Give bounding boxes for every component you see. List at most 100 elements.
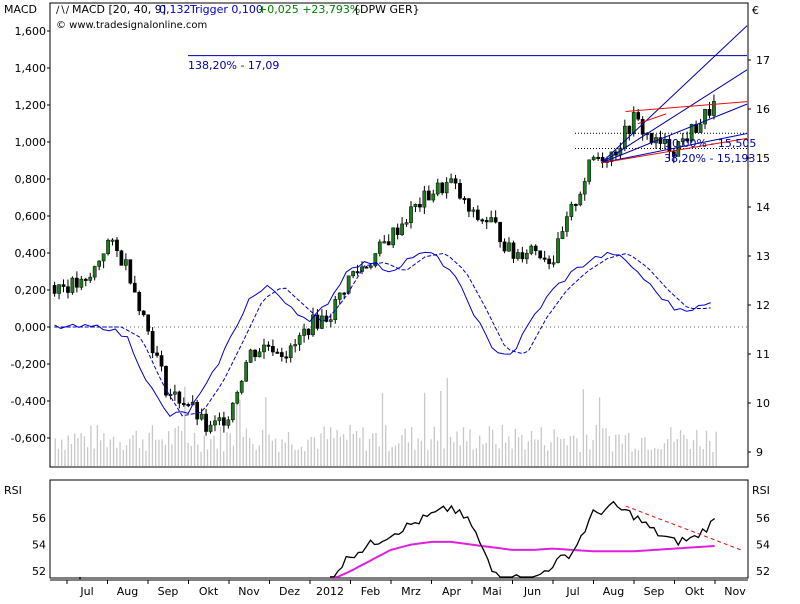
indicator-text: MACD [20, 40, 9] (72, 3, 166, 16)
volume-bar (342, 434, 345, 466)
volume-bar (307, 439, 309, 466)
price-candle (213, 420, 217, 426)
volume-bar (686, 439, 688, 466)
volume-bar (398, 443, 400, 466)
volume-bar (368, 438, 371, 466)
volume-bar (660, 449, 662, 466)
volume-bar (436, 440, 439, 466)
rsi-line (330, 500, 716, 578)
fib-label-50: 50,00% - 15,505 (665, 137, 756, 150)
volume-bar (226, 432, 228, 466)
volume-bar (245, 428, 248, 466)
price-candle (186, 404, 191, 407)
price-candle (547, 258, 551, 265)
volume-bar (320, 433, 322, 466)
price-candle (222, 417, 226, 426)
volume-bar (284, 442, 286, 466)
volume-bar (679, 430, 682, 466)
volume-bar (469, 429, 471, 466)
volume-bar (608, 436, 610, 466)
price-candle (248, 349, 253, 363)
fib-label-38: 38,20% - 15,193 (664, 152, 755, 165)
left-tick-label: 1,400 (15, 62, 47, 75)
volume-bar (563, 438, 565, 466)
price-candle (462, 198, 467, 201)
volume-bar (375, 433, 377, 466)
volume-bar (560, 439, 562, 466)
volume-bar (352, 433, 354, 466)
price-candle (520, 252, 525, 260)
volume-bar (663, 443, 666, 466)
change-text: +0,025 +23,793% (258, 3, 360, 16)
volume-bar (339, 436, 342, 466)
volume-bar (394, 445, 397, 466)
price-candle (542, 257, 547, 260)
price-candle (177, 391, 182, 404)
rsi-label-left: RSI (4, 484, 22, 497)
volume-bar (605, 428, 607, 466)
volume-bar (330, 427, 332, 466)
price-candle (150, 330, 155, 354)
volume-bar (504, 442, 507, 466)
price-candle (257, 351, 262, 358)
price-candle (333, 299, 338, 321)
price-candle (480, 219, 485, 222)
volume-bar (699, 446, 701, 466)
left-tick-label: 1,000 (15, 136, 47, 149)
volume-bar (456, 431, 458, 466)
left-tick-label: -0,600 (11, 432, 46, 445)
volume-bar (475, 448, 478, 466)
price-candles (52, 94, 716, 436)
volume-bar (362, 427, 364, 466)
volume-bar (252, 444, 254, 466)
x-tick-label: Feb (361, 585, 380, 598)
price-candle (569, 203, 574, 217)
price-candle (391, 227, 396, 246)
x-tick-label: Apr (442, 585, 462, 598)
price-candle (649, 132, 654, 144)
volume-bar (57, 448, 60, 466)
volume-bar (197, 444, 199, 466)
volume-bar (595, 425, 597, 466)
currency-label: € (752, 4, 759, 17)
volume-bar (592, 439, 594, 466)
volume-bar (106, 447, 108, 466)
price-candle (560, 231, 565, 239)
x-tick-label: 2012 (316, 585, 344, 598)
volume-bar (232, 445, 235, 466)
volume-bar (142, 439, 144, 466)
volume-bar (566, 445, 568, 466)
volume-bar (310, 436, 312, 466)
price-candle (524, 253, 529, 260)
price-candle (507, 242, 511, 252)
price-candle (582, 181, 587, 195)
x-tick-label: Jun (523, 585, 541, 598)
left-tick-label: 0,800 (15, 173, 47, 186)
left-tick-label: 1,200 (15, 99, 47, 112)
volume-bar (482, 444, 484, 466)
rsi-trend-line (625, 505, 742, 551)
volume-bar (313, 437, 316, 466)
price-candle (484, 220, 489, 223)
x-tick-label: Sep (158, 585, 179, 598)
volume-bar (174, 427, 176, 466)
price-candle (533, 245, 538, 251)
price-candle (132, 282, 137, 293)
volume-bar (479, 435, 481, 466)
volume-bar (93, 448, 95, 466)
volume-bar (556, 436, 559, 466)
symbol-text: {DPW GER} (353, 3, 420, 16)
price-candle (471, 209, 476, 212)
volume-bar (372, 433, 374, 466)
volume-bar (274, 438, 277, 466)
volume-bar (550, 442, 552, 466)
right-tick-label: 9 (756, 446, 763, 459)
volume-bar (654, 447, 656, 466)
price-candle (573, 203, 578, 206)
volume-bar (576, 438, 578, 466)
volume-bar (433, 426, 435, 466)
price-candle (382, 241, 387, 244)
volume-bar (401, 435, 403, 466)
price-candle (591, 156, 596, 161)
volume-bar (495, 444, 497, 466)
